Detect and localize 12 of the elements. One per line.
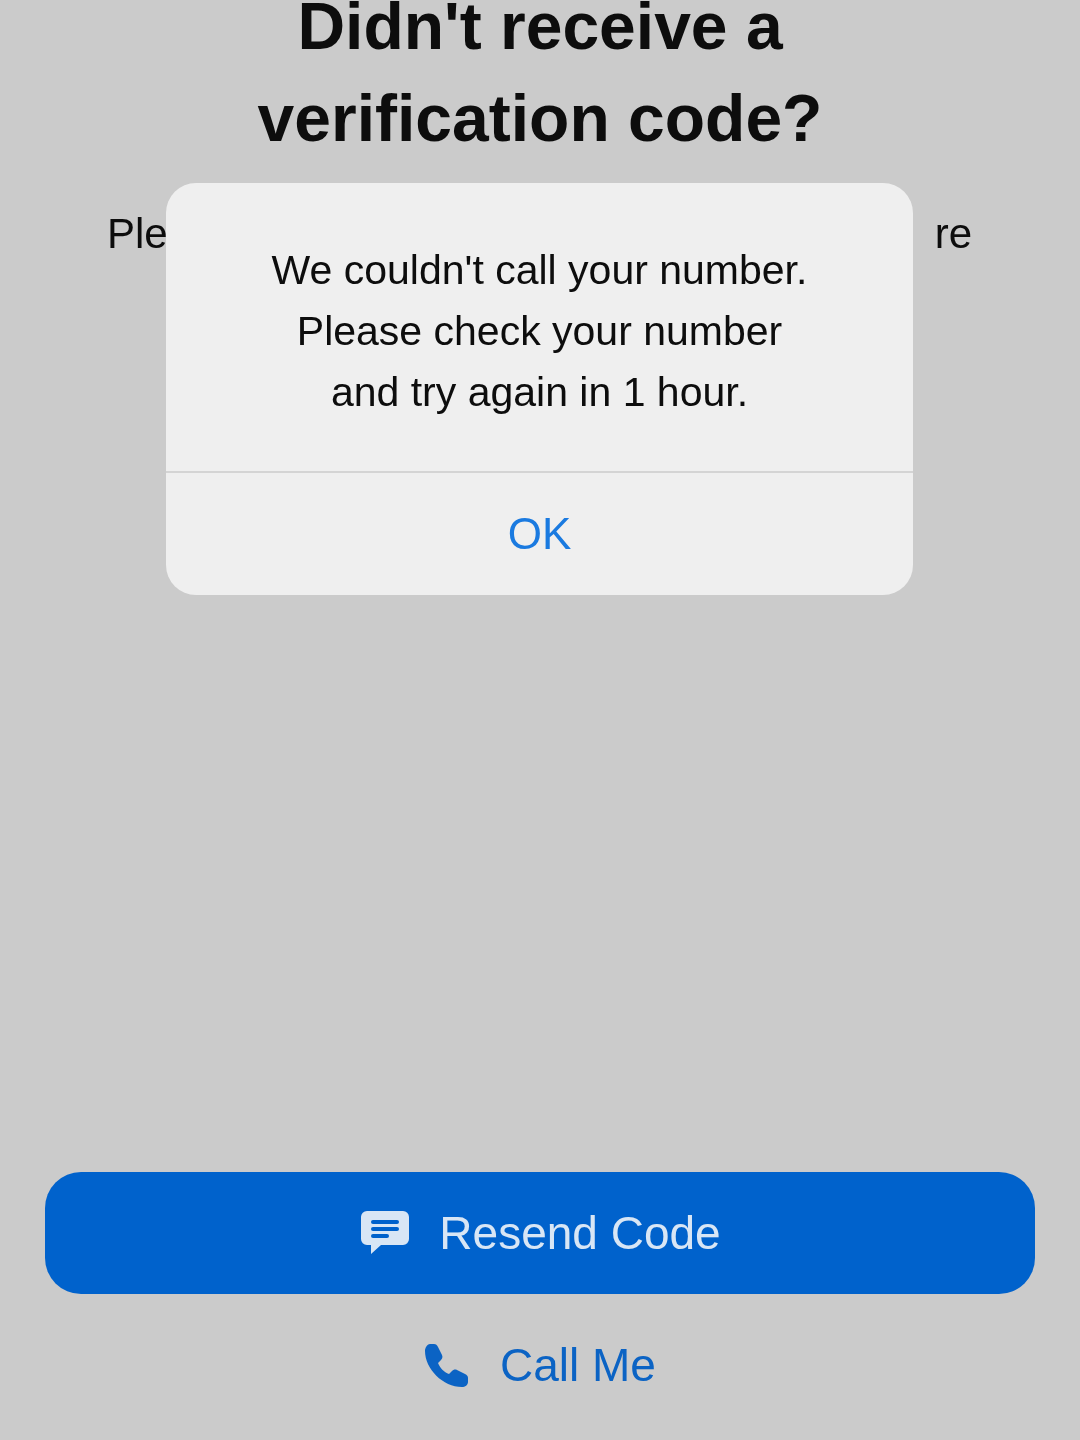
alert-message: We couldn't call your number. [271, 245, 808, 295]
resend-code-button[interactable]: Resend Code [45, 1172, 1035, 1294]
alert-message: and try again in 1 hour. [330, 367, 749, 417]
body-text: re [934, 209, 972, 259]
call-me-button[interactable]: Call Me [424, 1338, 656, 1392]
body-text: Ple [107, 209, 168, 259]
phone-icon [424, 1342, 471, 1388]
alert-message: Please check your number [296, 306, 783, 356]
ok-button[interactable]: OK [166, 473, 913, 595]
message-icon [359, 1209, 412, 1257]
page-title: Didn't receive a [297, 0, 783, 65]
page-title: verification code? [257, 80, 823, 157]
